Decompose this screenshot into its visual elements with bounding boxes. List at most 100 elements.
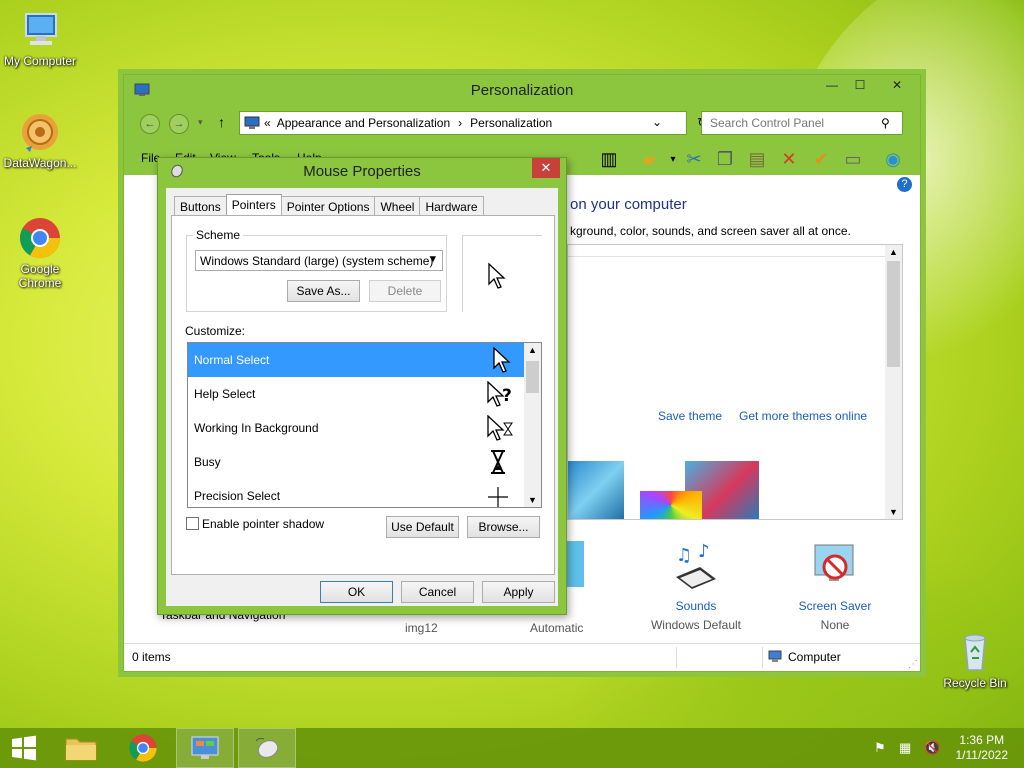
network-icon[interactable]: ▦: [899, 740, 911, 756]
folder-check-icon[interactable]: ▰: [637, 147, 661, 171]
close-button[interactable]: ✕: [874, 75, 920, 95]
search-icon[interactable]: ⚲: [881, 116, 890, 130]
system-clock[interactable]: 1:36 PM 1/11/2022: [956, 733, 1009, 763]
help-icon[interactable]: ?: [897, 177, 912, 192]
properties-icon[interactable]: ▭: [841, 147, 865, 171]
back-arrow-icon[interactable]: ←: [140, 114, 160, 134]
cut-icon[interactable]: ✂: [682, 147, 706, 171]
themes-scrollbar[interactable]: ▲ ▼: [885, 245, 902, 519]
scheme-label: Scheme: [193, 228, 244, 242]
breadcrumb-overflow[interactable]: «: [264, 116, 271, 130]
tab-hardware[interactable]: Hardware: [419, 196, 484, 216]
breadcrumb-appearance[interactable]: Appearance and Personalization: [277, 116, 450, 130]
browse-button[interactable]: Browse...: [467, 516, 540, 538]
window-titlebar[interactable]: Personalization — ☐ ✕: [124, 75, 920, 105]
svg-text:?: ?: [502, 386, 512, 406]
arrow-cursor-icon: [480, 346, 516, 373]
copy-icon[interactable]: ❐: [713, 147, 737, 171]
mouse-icon: [255, 737, 279, 758]
page-heading: on your computer: [570, 196, 687, 213]
address-dropdown-icon[interactable]: ⌄: [652, 115, 662, 129]
scroll-up-arrow-icon[interactable]: ▲: [528, 345, 537, 355]
pointers-tab-panel: Scheme Windows Standard (large) (system …: [171, 215, 555, 575]
maximize-button[interactable]: ☐: [846, 75, 874, 95]
cancel-button[interactable]: Cancel: [401, 581, 474, 603]
chrome-icon: [129, 734, 157, 762]
clock-time: 1:36 PM: [959, 733, 1005, 747]
pointer-list-scrollbar[interactable]: ▲ ▼: [524, 343, 541, 507]
scheme-select[interactable]: Windows Standard (large) (system scheme)…: [195, 250, 443, 271]
themes-panel-divider: [568, 256, 885, 257]
start-button[interactable]: [0, 728, 48, 768]
theme-thumbnail-blue[interactable]: [568, 461, 624, 519]
scroll-down-arrow-icon[interactable]: ▼: [528, 495, 537, 505]
taskbar-file-explorer[interactable]: [52, 728, 110, 768]
scroll-down-arrow-icon[interactable]: ▼: [889, 507, 898, 517]
sounds-value: Windows Default: [650, 618, 742, 632]
datawagon-logo-icon: [18, 110, 62, 154]
windows-logo-icon: [12, 735, 36, 761]
themes-panel: Save theme Get more themes online ▲ ▼: [567, 244, 903, 520]
up-arrow-icon[interactable]: ↑: [218, 114, 225, 130]
color-value: Automatic: [530, 621, 584, 635]
taskbar-mouse-properties[interactable]: [238, 728, 296, 768]
scheme-group: Scheme Windows Standard (large) (system …: [186, 228, 447, 312]
save-theme-link[interactable]: Save theme: [658, 409, 722, 423]
window-title: Personalization: [470, 82, 574, 99]
recent-pages-chevron-icon[interactable]: ▾: [198, 117, 203, 128]
scroll-thumb[interactable]: [526, 361, 539, 393]
pointer-shadow-label[interactable]: Enable pointer shadow: [202, 517, 324, 531]
use-default-button[interactable]: Use Default: [386, 516, 459, 538]
dialog-close-button[interactable]: ✕: [532, 158, 560, 178]
sounds-item[interactable]: ♫ ♪ Sounds Windows Default: [640, 541, 752, 632]
checkmark-icon[interactable]: ✔: [809, 147, 833, 171]
dialog-body: Buttons Pointers Pointer Options Wheel H…: [166, 188, 558, 606]
minimize-button[interactable]: —: [818, 75, 846, 95]
computer-small-icon: [768, 650, 784, 664]
theme-thumbnail-colors[interactable]: [640, 491, 702, 519]
breadcrumb-personalization[interactable]: Personalization: [470, 116, 552, 130]
taskbar-control-panel[interactable]: [176, 728, 234, 768]
tab-buttons[interactable]: Buttons: [174, 196, 227, 216]
arrow-cursor-icon: [487, 262, 507, 293]
forward-arrow-icon[interactable]: →: [169, 114, 189, 134]
layout-pane-icon[interactable]: ▥: [597, 147, 621, 171]
get-more-themes-link[interactable]: Get more themes online: [739, 409, 867, 423]
chevron-down-icon: ▼: [428, 254, 438, 265]
list-item-normal-select[interactable]: Normal Select: [188, 343, 524, 377]
scroll-up-arrow-icon[interactable]: ▲: [889, 247, 898, 257]
taskbar-chrome[interactable]: [114, 728, 172, 768]
tab-wheel[interactable]: Wheel: [374, 196, 421, 216]
list-item-busy[interactable]: Busy: [188, 445, 524, 479]
search-input[interactable]: Search Control Panel: [701, 111, 903, 135]
working-cursor-icon: [480, 414, 516, 441]
chrome-icon: [18, 216, 62, 260]
breadcrumb-separator: ›: [458, 116, 463, 130]
list-item-precision-select[interactable]: Precision Select: [188, 479, 524, 507]
screen-saver-item[interactable]: Screen Saver None: [779, 541, 891, 632]
list-item-working-in-background[interactable]: Working In Background: [188, 411, 524, 445]
status-item-count: 0 items: [132, 650, 171, 664]
tab-pointers[interactable]: Pointers: [225, 194, 282, 216]
pointer-shadow-checkbox[interactable]: [186, 517, 199, 530]
tab-pointer-options[interactable]: Pointer Options: [280, 196, 376, 216]
pointer-list[interactable]: Normal Select Help Select ? Working In B…: [187, 342, 542, 508]
delete-icon[interactable]: ✕: [777, 147, 801, 171]
desktop-icon-recycle-bin[interactable]: Recycle Bin: [935, 630, 1015, 690]
control-panel-icon: [191, 736, 219, 759]
resize-grip-icon[interactable]: ⋰: [908, 659, 918, 670]
save-as-button[interactable]: Save As...: [287, 280, 360, 302]
tab-strip: Buttons Pointers Pointer Options Wheel H…: [174, 194, 484, 216]
globe-icon[interactable]: ◉: [881, 147, 905, 171]
desktop-icon-my-computer[interactable]: My Computer: [0, 8, 80, 68]
address-bar[interactable]: « Appearance and Personalization › Perso…: [239, 111, 708, 135]
scroll-thumb[interactable]: [887, 261, 900, 367]
apply-button[interactable]: Apply: [482, 581, 555, 603]
paste-icon[interactable]: ▤: [745, 147, 769, 171]
volume-muted-icon[interactable]: 🔇: [924, 740, 940, 756]
list-item-help-select[interactable]: Help Select ?: [188, 377, 524, 411]
ok-button[interactable]: OK: [320, 581, 393, 603]
action-center-flag-icon[interactable]: ⚑: [874, 740, 886, 756]
desktop-icon-datawagon[interactable]: DataWagon...: [0, 110, 80, 170]
desktop-icon-google-chrome[interactable]: Google Chrome: [0, 216, 80, 290]
